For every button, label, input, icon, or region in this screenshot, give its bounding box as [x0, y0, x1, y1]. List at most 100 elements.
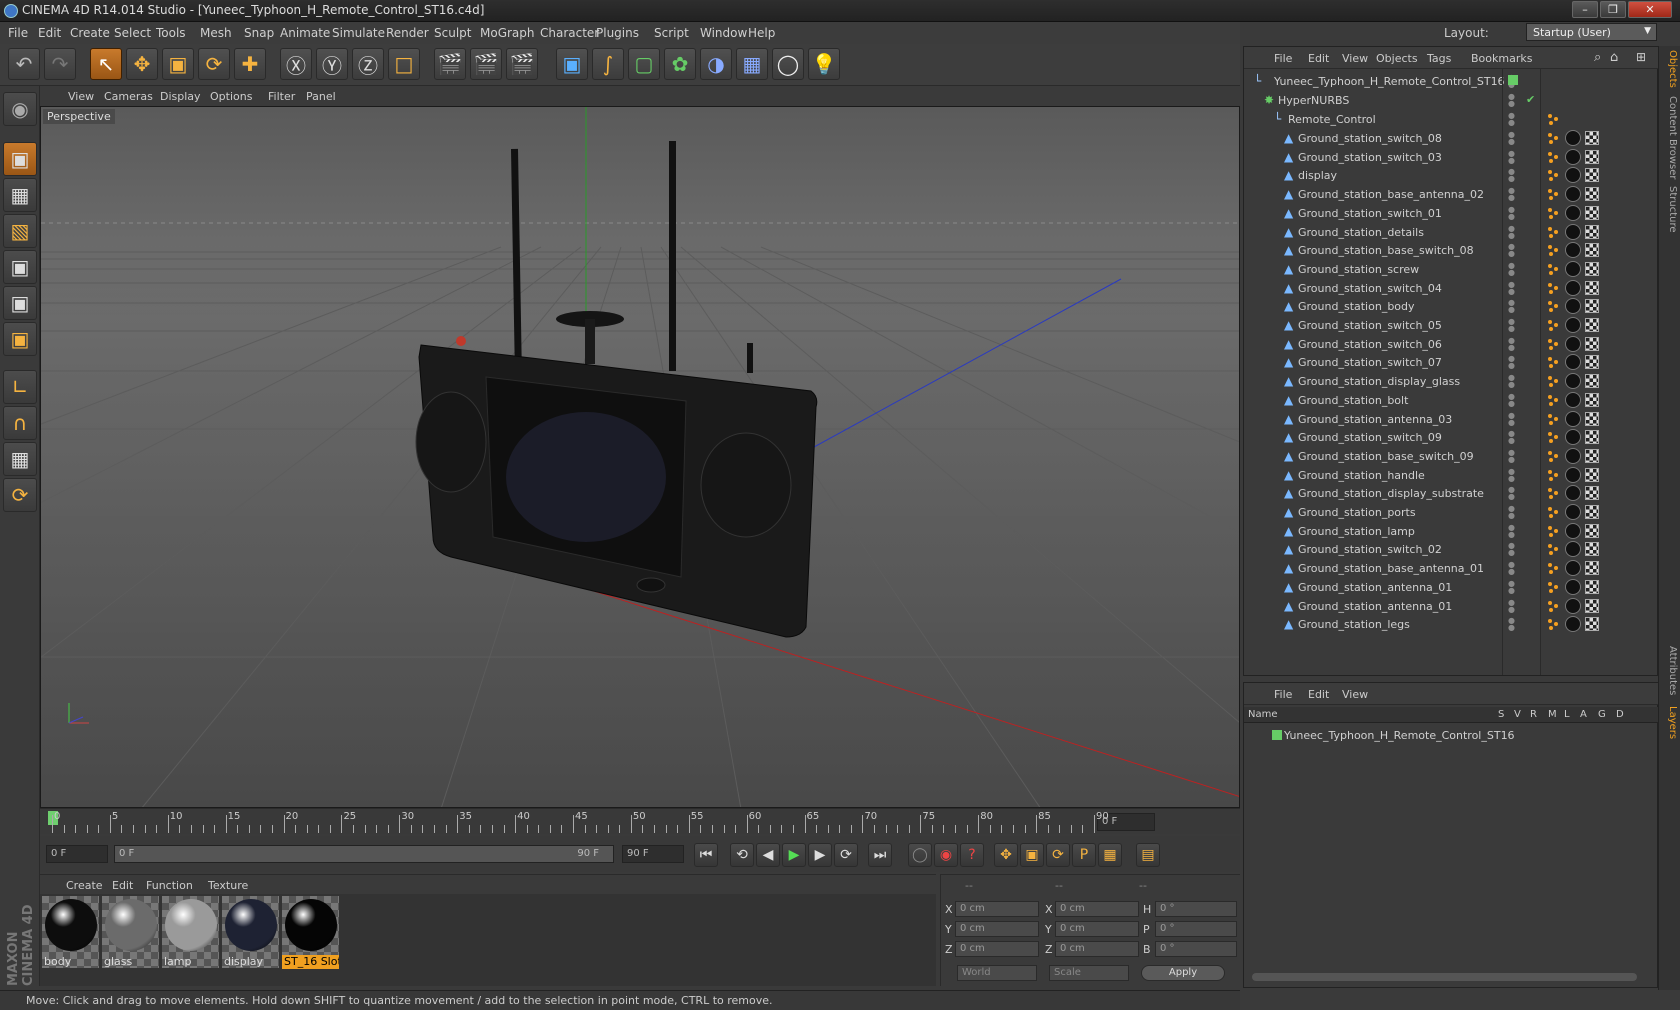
minimize-button[interactable]: –	[1572, 1, 1598, 18]
object-row[interactable]: ▲ Ground_station_display_glass ● ●	[1244, 371, 1659, 391]
uvw-tag-icon[interactable]	[1585, 561, 1599, 576]
camera-icon[interactable]: ◯	[772, 48, 804, 80]
layout-select[interactable]: Startup (User) ▼	[1526, 23, 1657, 41]
layers-menu-view[interactable]: View	[1342, 688, 1368, 701]
autokey-icon[interactable]: ◉	[934, 843, 958, 867]
layers-menu-edit[interactable]: Edit	[1308, 688, 1329, 701]
menu-file[interactable]: File	[8, 26, 28, 40]
go-to-end-icon[interactable]: ⏭	[868, 843, 892, 867]
object-row[interactable]: ▲ Ground_station_antenna_01 ● ●	[1244, 596, 1659, 616]
coordinate-mode-select[interactable]: World	[957, 965, 1037, 981]
object-row[interactable]: ▲ Ground_station_switch_08 ● ●	[1244, 128, 1659, 148]
visibility-dots[interactable]: ●●	[1508, 280, 1515, 295]
visibility-dots[interactable]: ●●	[1508, 411, 1515, 426]
objects-menu-edit[interactable]: Edit	[1308, 52, 1329, 65]
rotation-field[interactable]: 0 °	[1155, 941, 1237, 957]
uvw-tag-icon[interactable]	[1585, 486, 1599, 501]
y-axis-icon[interactable]: Ⓨ	[316, 48, 348, 80]
lock-workplane-icon[interactable]: ▦	[3, 442, 37, 476]
material-menu-texture[interactable]: Texture	[208, 879, 248, 892]
visibility-dots[interactable]: ●●	[1508, 561, 1515, 576]
search-icon[interactable]: ⌕	[1594, 50, 1601, 65]
points-mode-icon[interactable]: ▣	[3, 250, 37, 284]
object-row[interactable]: ▲ Ground_station_display_substrate ● ●	[1244, 483, 1659, 503]
visibility-dots[interactable]: ●●	[1508, 486, 1515, 501]
move-icon[interactable]: ✥	[126, 48, 158, 80]
menu-create[interactable]: Create	[70, 26, 110, 40]
uvw-tag-icon[interactable]	[1585, 430, 1599, 445]
visibility-dots[interactable]: ●●	[1508, 617, 1515, 632]
side-tab-content-browser[interactable]: Content Browser	[1662, 96, 1678, 179]
uvw-tag-icon[interactable]	[1585, 336, 1599, 351]
object-row[interactable]: ▲ Ground_station_switch_05 ● ●	[1244, 315, 1659, 335]
home-icon[interactable]: ⌂	[1610, 50, 1618, 65]
texture-mode-icon[interactable]: ▦	[3, 178, 37, 212]
object-row[interactable]: ▲ Ground_station_switch_07 ● ●	[1244, 352, 1659, 372]
visibility-dots[interactable]: ●●	[1508, 467, 1515, 482]
objects-menu-file[interactable]: File	[1274, 52, 1292, 65]
spline-icon[interactable]: ∫	[592, 48, 624, 80]
visibility-dots[interactable]: ●●	[1508, 374, 1515, 389]
visibility-dots[interactable]: ●●	[1508, 243, 1515, 258]
phong-tag-icon[interactable]	[1547, 469, 1559, 481]
material-tag-icon[interactable]	[1565, 223, 1581, 240]
restore-button[interactable]: ❐	[1600, 1, 1626, 18]
keyframe-selection-icon[interactable]: ?	[960, 843, 984, 867]
material-swatch[interactable]: display	[222, 896, 279, 968]
phong-tag-icon[interactable]	[1547, 581, 1559, 593]
live-selection-icon[interactable]: ↖	[90, 48, 122, 80]
menu-sculpt[interactable]: Sculpt	[434, 26, 471, 40]
go-to-start-icon[interactable]: ⏮	[694, 843, 718, 867]
min-frame-field[interactable]: 0 F	[46, 845, 108, 863]
viewport-menu-panel[interactable]: Panel	[306, 90, 336, 103]
phong-tag-icon[interactable]	[1547, 244, 1559, 257]
uvw-tag-icon[interactable]	[1585, 542, 1599, 557]
material-menu-function[interactable]: Function	[146, 879, 193, 892]
phong-tag-icon[interactable]	[1547, 169, 1559, 182]
redo-icon[interactable]: ↷	[44, 48, 76, 80]
side-tab-attributes[interactable]: Attributes	[1662, 646, 1678, 695]
uvw-tag-icon[interactable]	[1585, 392, 1599, 407]
key-scale-icon[interactable]: ▣	[1020, 843, 1044, 867]
coordinate-system-icon[interactable]: □	[388, 48, 420, 80]
check-icon[interactable]: ✔	[1526, 93, 1535, 106]
phong-tag-icon[interactable]	[1547, 525, 1559, 537]
make-editable-icon[interactable]: ◉	[3, 92, 37, 126]
object-row[interactable]: ▲ Ground_station_switch_03 ● ●	[1244, 147, 1659, 167]
rotate-icon[interactable]: ⟳	[198, 48, 230, 80]
position-field[interactable]: 0 cm	[955, 901, 1039, 917]
material-tag-icon[interactable]	[1565, 504, 1581, 520]
uvw-tag-icon[interactable]	[1585, 467, 1599, 482]
menu-snap[interactable]: Snap	[244, 26, 274, 40]
phong-tag-icon[interactable]	[1547, 207, 1559, 219]
uvw-tag-icon[interactable]	[1585, 318, 1599, 332]
visibility-dots[interactable]: ●●	[1508, 448, 1515, 463]
phong-tag-icon[interactable]	[1547, 188, 1559, 201]
mograph-icon[interactable]: ✿	[664, 48, 696, 80]
material-tag-icon[interactable]	[1565, 279, 1581, 296]
material-tag-icon[interactable]	[1565, 148, 1581, 165]
menu-render[interactable]: Render	[386, 26, 429, 40]
uvw-tag-icon[interactable]	[1585, 168, 1599, 183]
uvw-tag-icon[interactable]	[1585, 131, 1599, 145]
phong-tag-icon[interactable]	[1547, 543, 1559, 556]
material-tag-icon[interactable]	[1565, 391, 1581, 408]
timeline-window-icon[interactable]: ▤	[1136, 843, 1160, 867]
phong-tag-icon[interactable]	[1547, 338, 1559, 350]
x-axis-icon[interactable]: Ⓧ	[280, 48, 312, 80]
visibility-dots[interactable]: ●●	[1508, 579, 1515, 594]
side-tab-structure[interactable]: Structure	[1662, 186, 1678, 233]
object-row[interactable]: ▲ Ground_station_antenna_01 ● ●	[1244, 577, 1659, 597]
side-tab-layers[interactable]: Layers	[1662, 706, 1678, 739]
phong-tag-icon[interactable]	[1547, 113, 1559, 125]
scene-floor-icon[interactable]: ▦	[736, 48, 768, 80]
material-swatch[interactable]: ST_16 Slot	[282, 896, 339, 969]
material-tag-icon[interactable]	[1565, 522, 1581, 539]
material-tag-icon[interactable]	[1565, 541, 1581, 558]
visibility-dots[interactable]: ●●	[1508, 299, 1515, 314]
material-tag-icon[interactable]	[1565, 373, 1581, 390]
key-position-icon[interactable]: ✥	[994, 843, 1018, 867]
visibility-dots[interactable]: ●●	[1508, 112, 1515, 127]
material-swatch[interactable]: body	[42, 896, 99, 968]
timeline-ruler[interactable]: 0 F 0 5 10 15 20 25 30 35 40 45 50 55 60 65 70 75 80 85 90	[40, 808, 1240, 834]
